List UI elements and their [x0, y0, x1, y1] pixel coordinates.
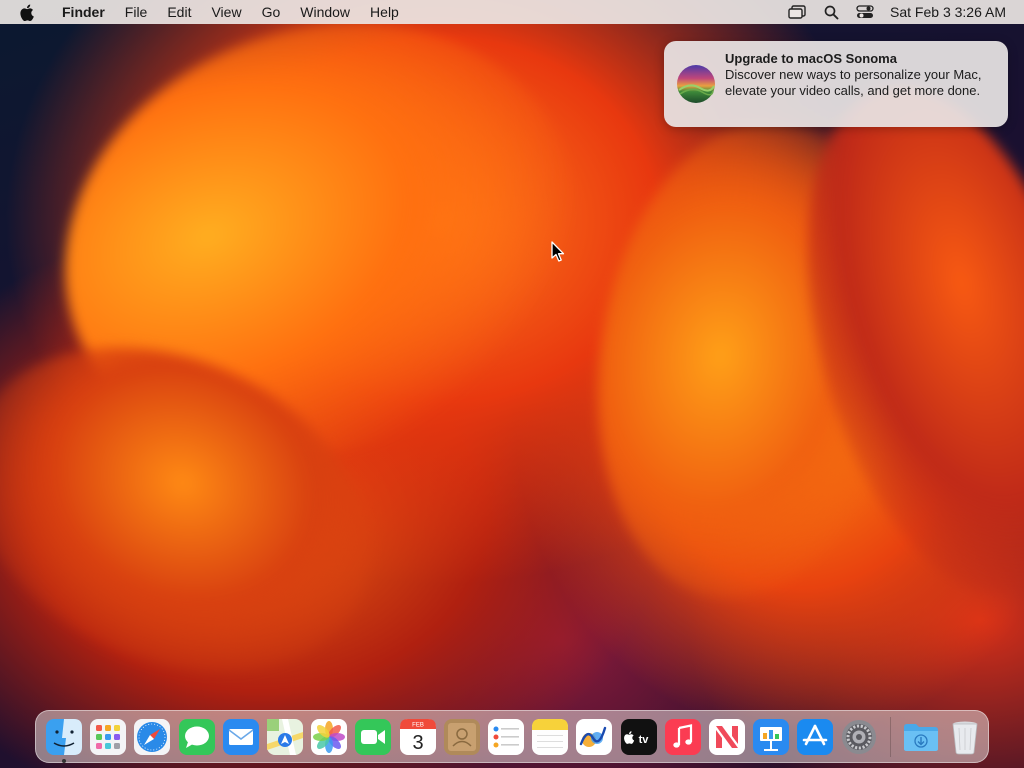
dock-maps[interactable] [263, 714, 307, 760]
menu-help[interactable]: Help [360, 0, 409, 24]
dock-messages[interactable] [175, 714, 219, 760]
apple-tv-icon: tv [620, 718, 657, 755]
maps-icon [267, 718, 304, 755]
menu-edit[interactable]: Edit [157, 0, 201, 24]
spotlight-search-icon[interactable] [814, 0, 848, 24]
dock-facetime[interactable] [351, 714, 395, 760]
menu-bar: Finder File Edit View Go Window Help Sat… [0, 0, 1024, 24]
reminders-icon [487, 718, 524, 755]
dock-tv[interactable]: tv [616, 714, 660, 760]
dock-system-settings[interactable] [837, 714, 881, 760]
calendar-icon: FEB 3 [399, 718, 436, 755]
dock-downloads[interactable] [899, 714, 943, 760]
notes-icon [532, 718, 569, 755]
news-icon [708, 718, 745, 755]
music-icon [664, 718, 701, 755]
dock-app-store[interactable] [793, 714, 837, 760]
dock-mail[interactable] [219, 714, 263, 760]
dock-contacts[interactable] [440, 714, 484, 760]
contacts-icon [443, 718, 480, 755]
calendar-month: FEB [412, 722, 424, 728]
calendar-day: 3 [412, 732, 423, 754]
dock-reminders[interactable] [484, 714, 528, 760]
safari-icon [134, 718, 171, 755]
menu-view[interactable]: View [201, 0, 251, 24]
control-center-icon[interactable] [848, 0, 882, 24]
dock-notes[interactable] [528, 714, 572, 760]
dock-keynote[interactable] [749, 714, 793, 760]
facetime-icon [355, 718, 392, 755]
menu-go[interactable]: Go [252, 0, 291, 24]
dock-music[interactable] [661, 714, 705, 760]
freeform-icon [576, 718, 613, 755]
menu-window[interactable]: Window [290, 0, 360, 24]
dock: FEB 3 tv [35, 710, 989, 763]
messages-icon [178, 718, 215, 755]
launchpad-icon [90, 718, 127, 755]
dock-photos[interactable] [307, 714, 351, 760]
apple-menu-icon[interactable] [0, 0, 52, 24]
finder-icon [46, 718, 83, 755]
dock-separator [889, 716, 891, 757]
menu-app-name[interactable]: Finder [52, 0, 115, 24]
menu-clock[interactable]: Sat Feb 3 3:26 AM [882, 4, 1006, 20]
dock-launchpad[interactable] [86, 714, 130, 760]
tv-label: tv [638, 734, 649, 746]
mail-icon [222, 718, 259, 755]
menu-file[interactable]: File [115, 0, 158, 24]
dock-news[interactable] [705, 714, 749, 760]
notification-body: Discover new ways to personalize your Ma… [725, 67, 982, 98]
trash-icon [952, 721, 978, 754]
gear-icon [842, 719, 877, 754]
downloads-folder-icon [903, 723, 938, 751]
notification-title: Upgrade to macOS Sonoma [725, 51, 897, 66]
upgrade-notification[interactable]: Upgrade to macOS Sonoma Discover new way… [664, 41, 1008, 127]
dock-trash[interactable] [943, 714, 987, 760]
app-store-icon [797, 718, 834, 755]
dock-calendar[interactable]: FEB 3 [396, 714, 440, 760]
dock-finder[interactable] [42, 714, 86, 763]
dock-safari[interactable] [130, 714, 174, 760]
dock-freeform[interactable] [572, 714, 616, 760]
mouse-cursor-icon [550, 241, 566, 263]
macos-sonoma-icon [676, 64, 716, 104]
photos-icon [311, 718, 348, 755]
keynote-icon [753, 718, 790, 755]
stage-manager-icon[interactable] [780, 0, 814, 24]
